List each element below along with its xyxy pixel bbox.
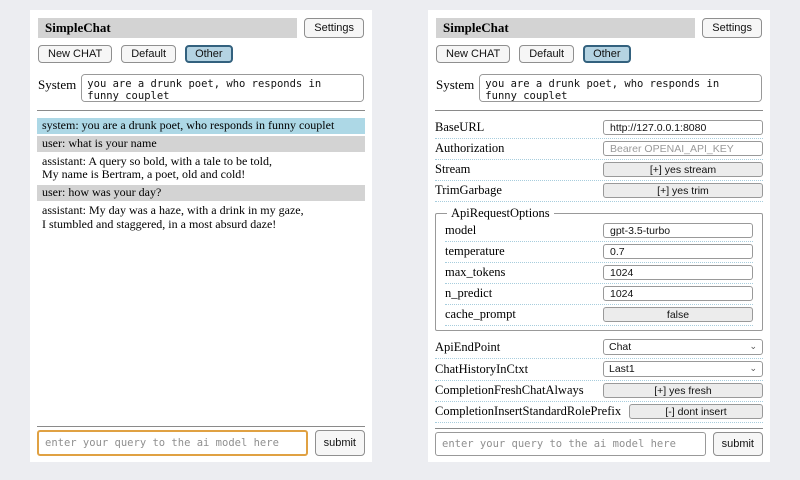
chevron-down-icon: ⌄ <box>749 364 757 373</box>
session-button-other[interactable]: Other <box>185 45 233 63</box>
setting-toggle-completionfreshchatalways[interactable]: [+] yes fresh <box>603 383 763 398</box>
setting-input-max-tokens[interactable] <box>603 265 753 280</box>
system-prompt-textarea[interactable] <box>81 74 364 102</box>
session-toolbar: New CHAT Default Other <box>436 45 762 63</box>
divider <box>37 110 365 111</box>
new-chat-button[interactable]: New CHAT <box>38 45 112 63</box>
new-chat-button[interactable]: New CHAT <box>436 45 510 63</box>
query-area: submit <box>435 423 763 456</box>
setting-row-baseurl: BaseURL <box>435 118 763 139</box>
settings-button[interactable]: Settings <box>304 18 364 38</box>
setting-row-chathistoryinctxt: ChatHistoryInCtxt Last1 ⌄ <box>435 359 763 381</box>
divider <box>37 426 365 427</box>
setting-row-completionfreshchatalways: CompletionFreshChatAlways [+] yes fresh <box>435 381 763 402</box>
setting-row-temperature: temperature <box>445 242 753 263</box>
setting-label-completioninsertstandardroleprefix: CompletionInsertStandardRolePrefix <box>435 404 621 419</box>
setting-label-baseurl: BaseURL <box>435 120 595 135</box>
setting-row-cache-prompt: cache_prompt false <box>445 305 753 326</box>
query-input[interactable] <box>37 430 308 456</box>
setting-toggle-cache-prompt[interactable]: false <box>603 307 753 322</box>
setting-label-completionfreshchatalways: CompletionFreshChatAlways <box>435 383 595 398</box>
session-button-other[interactable]: Other <box>583 45 631 63</box>
query-input[interactable] <box>435 432 706 456</box>
setting-row-apiendpoint: ApiEndPoint Chat ⌄ <box>435 337 763 359</box>
desktop-background: SimpleChat Settings New CHAT Default Othe… <box>0 0 800 480</box>
setting-label-chathistoryinctxt: ChatHistoryInCtxt <box>435 362 595 377</box>
chat-message-user: user: how was your day? <box>37 185 365 201</box>
setting-row-model: model <box>445 221 753 242</box>
system-prompt-label: System <box>38 74 76 102</box>
settings-button[interactable]: Settings <box>702 18 762 38</box>
chat-panel: SimpleChat Settings New CHAT Default Othe… <box>30 10 372 462</box>
setting-select-chathistoryinctxt[interactable]: Last1 ⌄ <box>603 361 763 377</box>
api-request-options-legend: ApiRequestOptions <box>447 206 554 221</box>
session-toolbar: New CHAT Default Other <box>38 45 364 63</box>
setting-label-stream: Stream <box>435 162 595 177</box>
selected-option: Last1 <box>609 363 635 375</box>
setting-row-completioninsertstandardroleprefix: CompletionInsertStandardRolePrefix [-] do… <box>435 402 763 423</box>
setting-row-n-predict: n_predict <box>445 284 753 305</box>
selected-option: Chat <box>609 341 631 353</box>
setting-input-baseurl[interactable] <box>603 120 763 135</box>
setting-row-authorization: Authorization <box>435 139 763 160</box>
setting-label-cache-prompt: cache_prompt <box>445 307 595 322</box>
setting-label-trimgarbage: TrimGarbage <box>435 183 595 198</box>
chat-message-assistant: assistant: My day was a haze, with a dri… <box>37 203 365 233</box>
chat-message-assistant: assistant: A query so bold, with a tale … <box>37 154 365 184</box>
setting-label-authorization: Authorization <box>435 141 595 156</box>
chat-message-system: system: you are a drunk poet, who respon… <box>37 118 365 134</box>
chat-message-user: user: what is your name <box>37 136 365 152</box>
chat-message-list: system: you are a drunk poet, who respon… <box>37 116 365 235</box>
session-button-group: Default Other <box>519 45 630 63</box>
setting-label-n-predict: n_predict <box>445 286 595 301</box>
system-prompt-textarea[interactable] <box>479 74 762 102</box>
setting-select-apiendpoint[interactable]: Chat ⌄ <box>603 339 763 355</box>
setting-toggle-completioninsertstandardroleprefix[interactable]: [-] dont insert <box>629 404 763 419</box>
setting-label-model: model <box>445 223 595 238</box>
setting-row-trimgarbage: TrimGarbage [+] yes trim <box>435 181 763 202</box>
divider <box>435 428 763 429</box>
header: SimpleChat Settings <box>436 18 762 38</box>
settings-panel: SimpleChat Settings New CHAT Default Othe… <box>428 10 770 462</box>
divider <box>435 110 763 111</box>
setting-label-temperature: temperature <box>445 244 595 259</box>
system-prompt-label: System <box>436 74 474 102</box>
setting-input-model[interactable] <box>603 223 753 238</box>
submit-button[interactable]: submit <box>713 432 763 456</box>
setting-input-temperature[interactable] <box>603 244 753 259</box>
app-title: SimpleChat <box>38 18 297 38</box>
header: SimpleChat Settings <box>38 18 364 38</box>
setting-input-n-predict[interactable] <box>603 286 753 301</box>
setting-label-apiendpoint: ApiEndPoint <box>435 340 595 355</box>
chevron-down-icon: ⌄ <box>749 342 757 351</box>
api-request-options-group: ApiRequestOptions model temperature max_tok… <box>435 206 763 331</box>
session-button-default[interactable]: Default <box>519 45 574 63</box>
submit-button[interactable]: submit <box>315 430 365 456</box>
setting-toggle-trimgarbage[interactable]: [+] yes trim <box>603 183 763 198</box>
session-button-default[interactable]: Default <box>121 45 176 63</box>
app-title: SimpleChat <box>436 18 695 38</box>
system-prompt-row: System <box>38 74 364 102</box>
setting-row-max-tokens: max_tokens <box>445 263 753 284</box>
setting-input-authorization[interactable] <box>603 141 763 156</box>
query-area: submit <box>37 421 365 456</box>
settings-list: BaseURL Authorization Stream [+] yes stream… <box>435 118 763 423</box>
setting-toggle-stream[interactable]: [+] yes stream <box>603 162 763 177</box>
setting-row-stream: Stream [+] yes stream <box>435 160 763 181</box>
session-button-group: Default Other <box>121 45 232 63</box>
system-prompt-row: System <box>436 74 762 102</box>
setting-label-max-tokens: max_tokens <box>445 265 595 280</box>
